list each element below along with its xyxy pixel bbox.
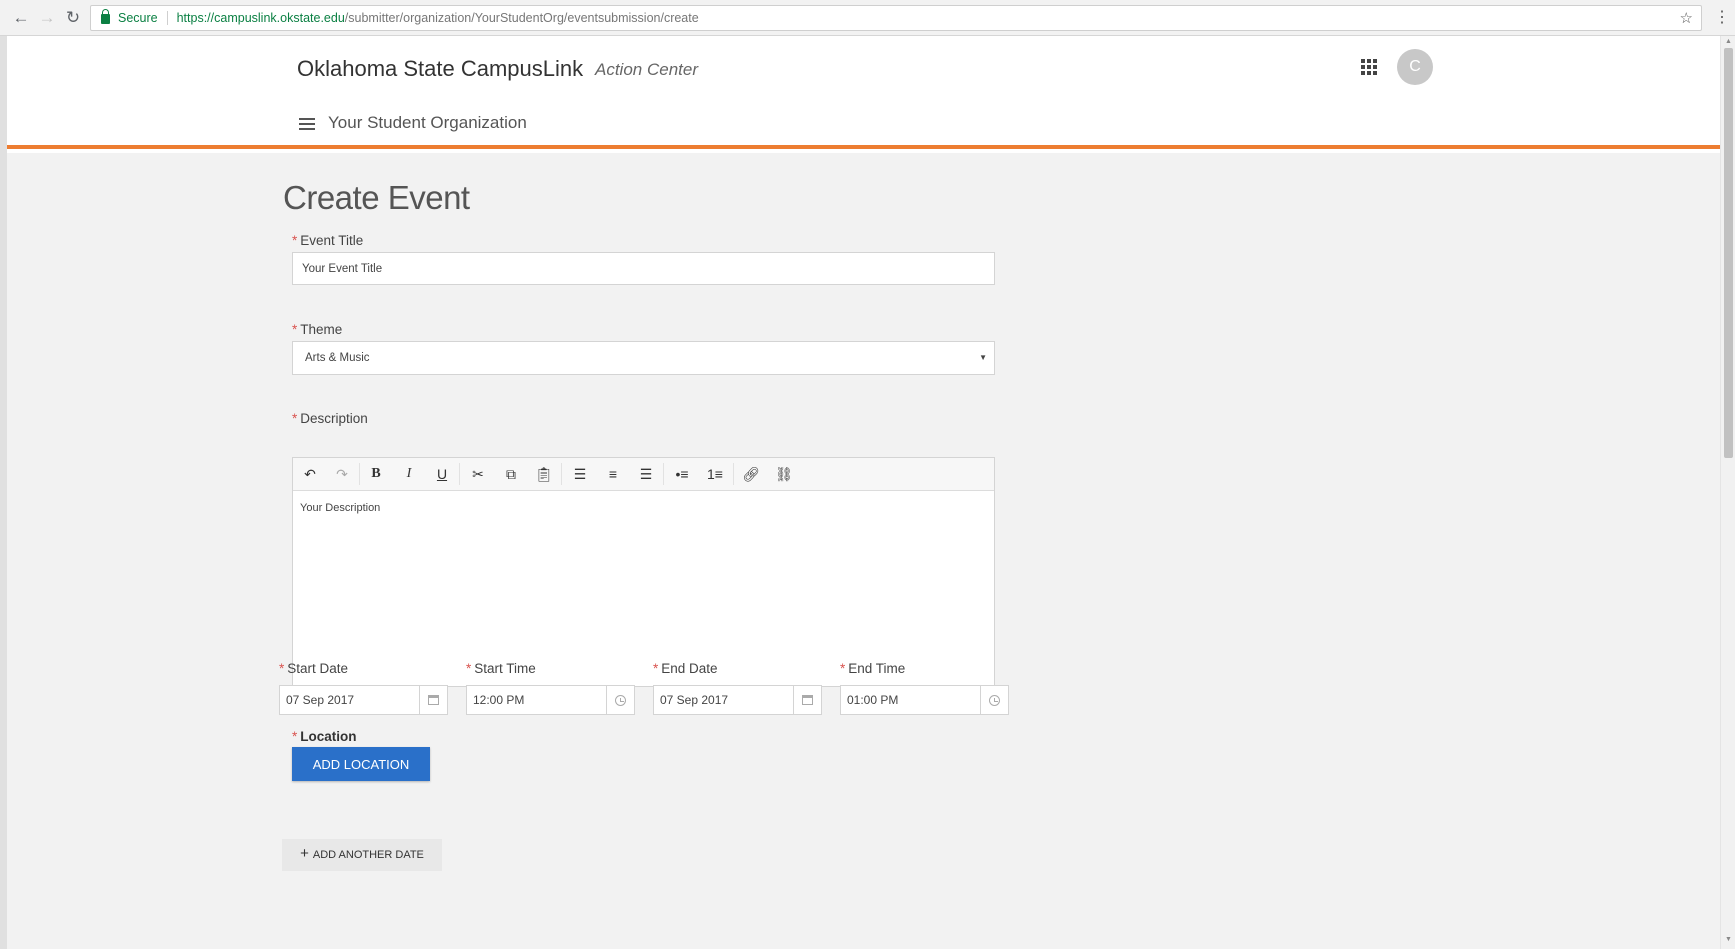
scroll-down-arrow-icon[interactable]: ▼ xyxy=(1725,936,1732,943)
organization-name[interactable]: Your Student Organization xyxy=(328,113,527,133)
url-protocol: https:// xyxy=(176,11,215,25)
required-marker: * xyxy=(292,233,298,248)
clock-icon[interactable] xyxy=(981,685,1009,715)
align-right-icon[interactable]: ☰ xyxy=(635,464,657,484)
required-marker: * xyxy=(279,661,285,676)
theme-label-text: Theme xyxy=(300,322,343,337)
clock-icon[interactable] xyxy=(607,685,635,715)
calendar-icon[interactable] xyxy=(420,685,448,715)
add-another-date-label: ADD ANOTHER DATE xyxy=(312,849,424,861)
start-date-label: * Start Date xyxy=(279,661,348,676)
reload-icon[interactable]: ↻ xyxy=(62,6,84,30)
start-time-input[interactable]: 12:00 PM xyxy=(466,685,607,715)
app-title[interactable]: Oklahoma State CampusLink xyxy=(297,56,583,82)
paste-icon[interactable]: 📋︎ xyxy=(533,464,555,484)
lock-icon xyxy=(101,9,110,24)
required-marker: * xyxy=(466,661,472,676)
app-launcher-grid-icon[interactable] xyxy=(1361,59,1377,75)
unlink-icon[interactable]: ⛓ xyxy=(773,464,795,484)
location-label: * Location xyxy=(292,729,357,744)
chevron-down-icon: ▼ xyxy=(979,353,987,362)
scroll-up-arrow-icon[interactable]: ▲ xyxy=(1725,38,1732,45)
scrollbar-thumb[interactable] xyxy=(1724,48,1733,458)
description-text-area[interactable]: Your Description xyxy=(293,491,994,525)
omnibox-divider xyxy=(166,11,168,25)
add-another-date-button[interactable]: + ADD ANOTHER DATE xyxy=(282,839,442,871)
cut-icon[interactable]: ✂ xyxy=(467,464,489,484)
start-time-field: 12:00 PM xyxy=(466,685,635,715)
window-left-edge xyxy=(0,36,7,949)
end-time-field: 01:00 PM xyxy=(840,685,1009,715)
required-marker: * xyxy=(840,661,846,676)
page-title: Create Event xyxy=(283,179,470,216)
start-time-label: * Start Time xyxy=(466,661,536,676)
end-date-label: * End Date xyxy=(653,661,718,676)
required-marker: * xyxy=(292,411,298,426)
copy-icon[interactable]: ⧉ xyxy=(500,464,522,484)
redo-icon[interactable]: ↷ xyxy=(331,464,353,484)
url-path: /submitter/organization/YourStudentOrg/e… xyxy=(344,11,699,25)
address-bar[interactable]: Secure https://campuslink.okstate.edu/su… xyxy=(90,5,1702,31)
required-marker: * xyxy=(292,322,298,337)
main-content: Create Event * Event Title Your Event Tit… xyxy=(7,153,1720,949)
back-arrow-icon[interactable]: ← xyxy=(10,6,32,30)
hamburger-menu-icon[interactable] xyxy=(299,118,315,130)
required-marker: * xyxy=(292,729,298,744)
end-date-label-text: End Date xyxy=(661,661,718,676)
description-label-text: Description xyxy=(300,411,368,426)
theme-select[interactable]: Arts & Music ▼ xyxy=(292,341,995,375)
end-time-label: * End Time xyxy=(840,661,905,676)
browser-toolbar: ← → ↻ Secure https://campuslink.okstate.… xyxy=(0,0,1735,36)
description-label: * Description xyxy=(292,411,368,426)
end-date-field: 07 Sep 2017 xyxy=(653,685,822,715)
bold-icon[interactable]: B xyxy=(365,464,387,484)
end-time-input[interactable]: 01:00 PM xyxy=(840,685,981,715)
calendar-icon[interactable] xyxy=(794,685,822,715)
user-avatar[interactable]: C xyxy=(1397,49,1433,85)
description-editor: ↶ ↷ B I U ✂ ⧉ 📋︎ ☰ ≡ ☰ •≡ 1≡ 🔗︎ ⛓ Your D… xyxy=(292,457,995,687)
undo-icon[interactable]: ↶ xyxy=(299,464,321,484)
app-subtitle: Action Center xyxy=(595,60,698,79)
end-date-input[interactable]: 07 Sep 2017 xyxy=(653,685,794,715)
editor-toolbar: ↶ ↷ B I U ✂ ⧉ 📋︎ ☰ ≡ ☰ •≡ 1≡ 🔗︎ ⛓ xyxy=(293,458,994,491)
align-center-icon[interactable]: ≡ xyxy=(602,464,624,484)
location-label-text: Location xyxy=(300,729,357,744)
app-header: Oklahoma State CampusLink Action Center … xyxy=(7,36,1720,149)
browser-menu-icon[interactable]: ⋮ xyxy=(1714,7,1730,27)
numbered-list-icon[interactable]: 1≡ xyxy=(704,464,726,484)
event-title-label-text: Event Title xyxy=(300,233,364,248)
start-time-label-text: Start Time xyxy=(474,661,536,676)
bulleted-list-icon[interactable]: •≡ xyxy=(671,464,693,484)
url-host: campuslink.okstate.edu xyxy=(214,11,345,25)
start-date-field: 07 Sep 2017 xyxy=(279,685,448,715)
secure-label: Secure xyxy=(118,11,158,25)
event-title-label: * Event Title xyxy=(292,233,363,248)
underline-icon[interactable]: U xyxy=(431,464,453,484)
theme-selected-value: Arts & Music xyxy=(305,352,370,364)
align-left-icon[interactable]: ☰ xyxy=(569,464,591,484)
link-icon[interactable]: 🔗︎ xyxy=(740,464,762,484)
italic-icon[interactable]: I xyxy=(398,464,420,484)
end-time-label-text: End Time xyxy=(848,661,906,676)
add-location-button[interactable]: ADD LOCATION xyxy=(292,747,430,781)
required-marker: * xyxy=(653,661,659,676)
plus-icon: + xyxy=(300,845,309,862)
bookmark-star-icon[interactable]: ☆ xyxy=(1680,9,1693,27)
theme-label: * Theme xyxy=(292,322,342,337)
page-scrollbar[interactable]: ▲ ▼ xyxy=(1720,36,1735,949)
forward-arrow-icon[interactable]: → xyxy=(36,6,58,30)
event-title-input[interactable]: Your Event Title xyxy=(292,252,995,285)
start-date-label-text: Start Date xyxy=(287,661,349,676)
start-date-input[interactable]: 07 Sep 2017 xyxy=(279,685,420,715)
